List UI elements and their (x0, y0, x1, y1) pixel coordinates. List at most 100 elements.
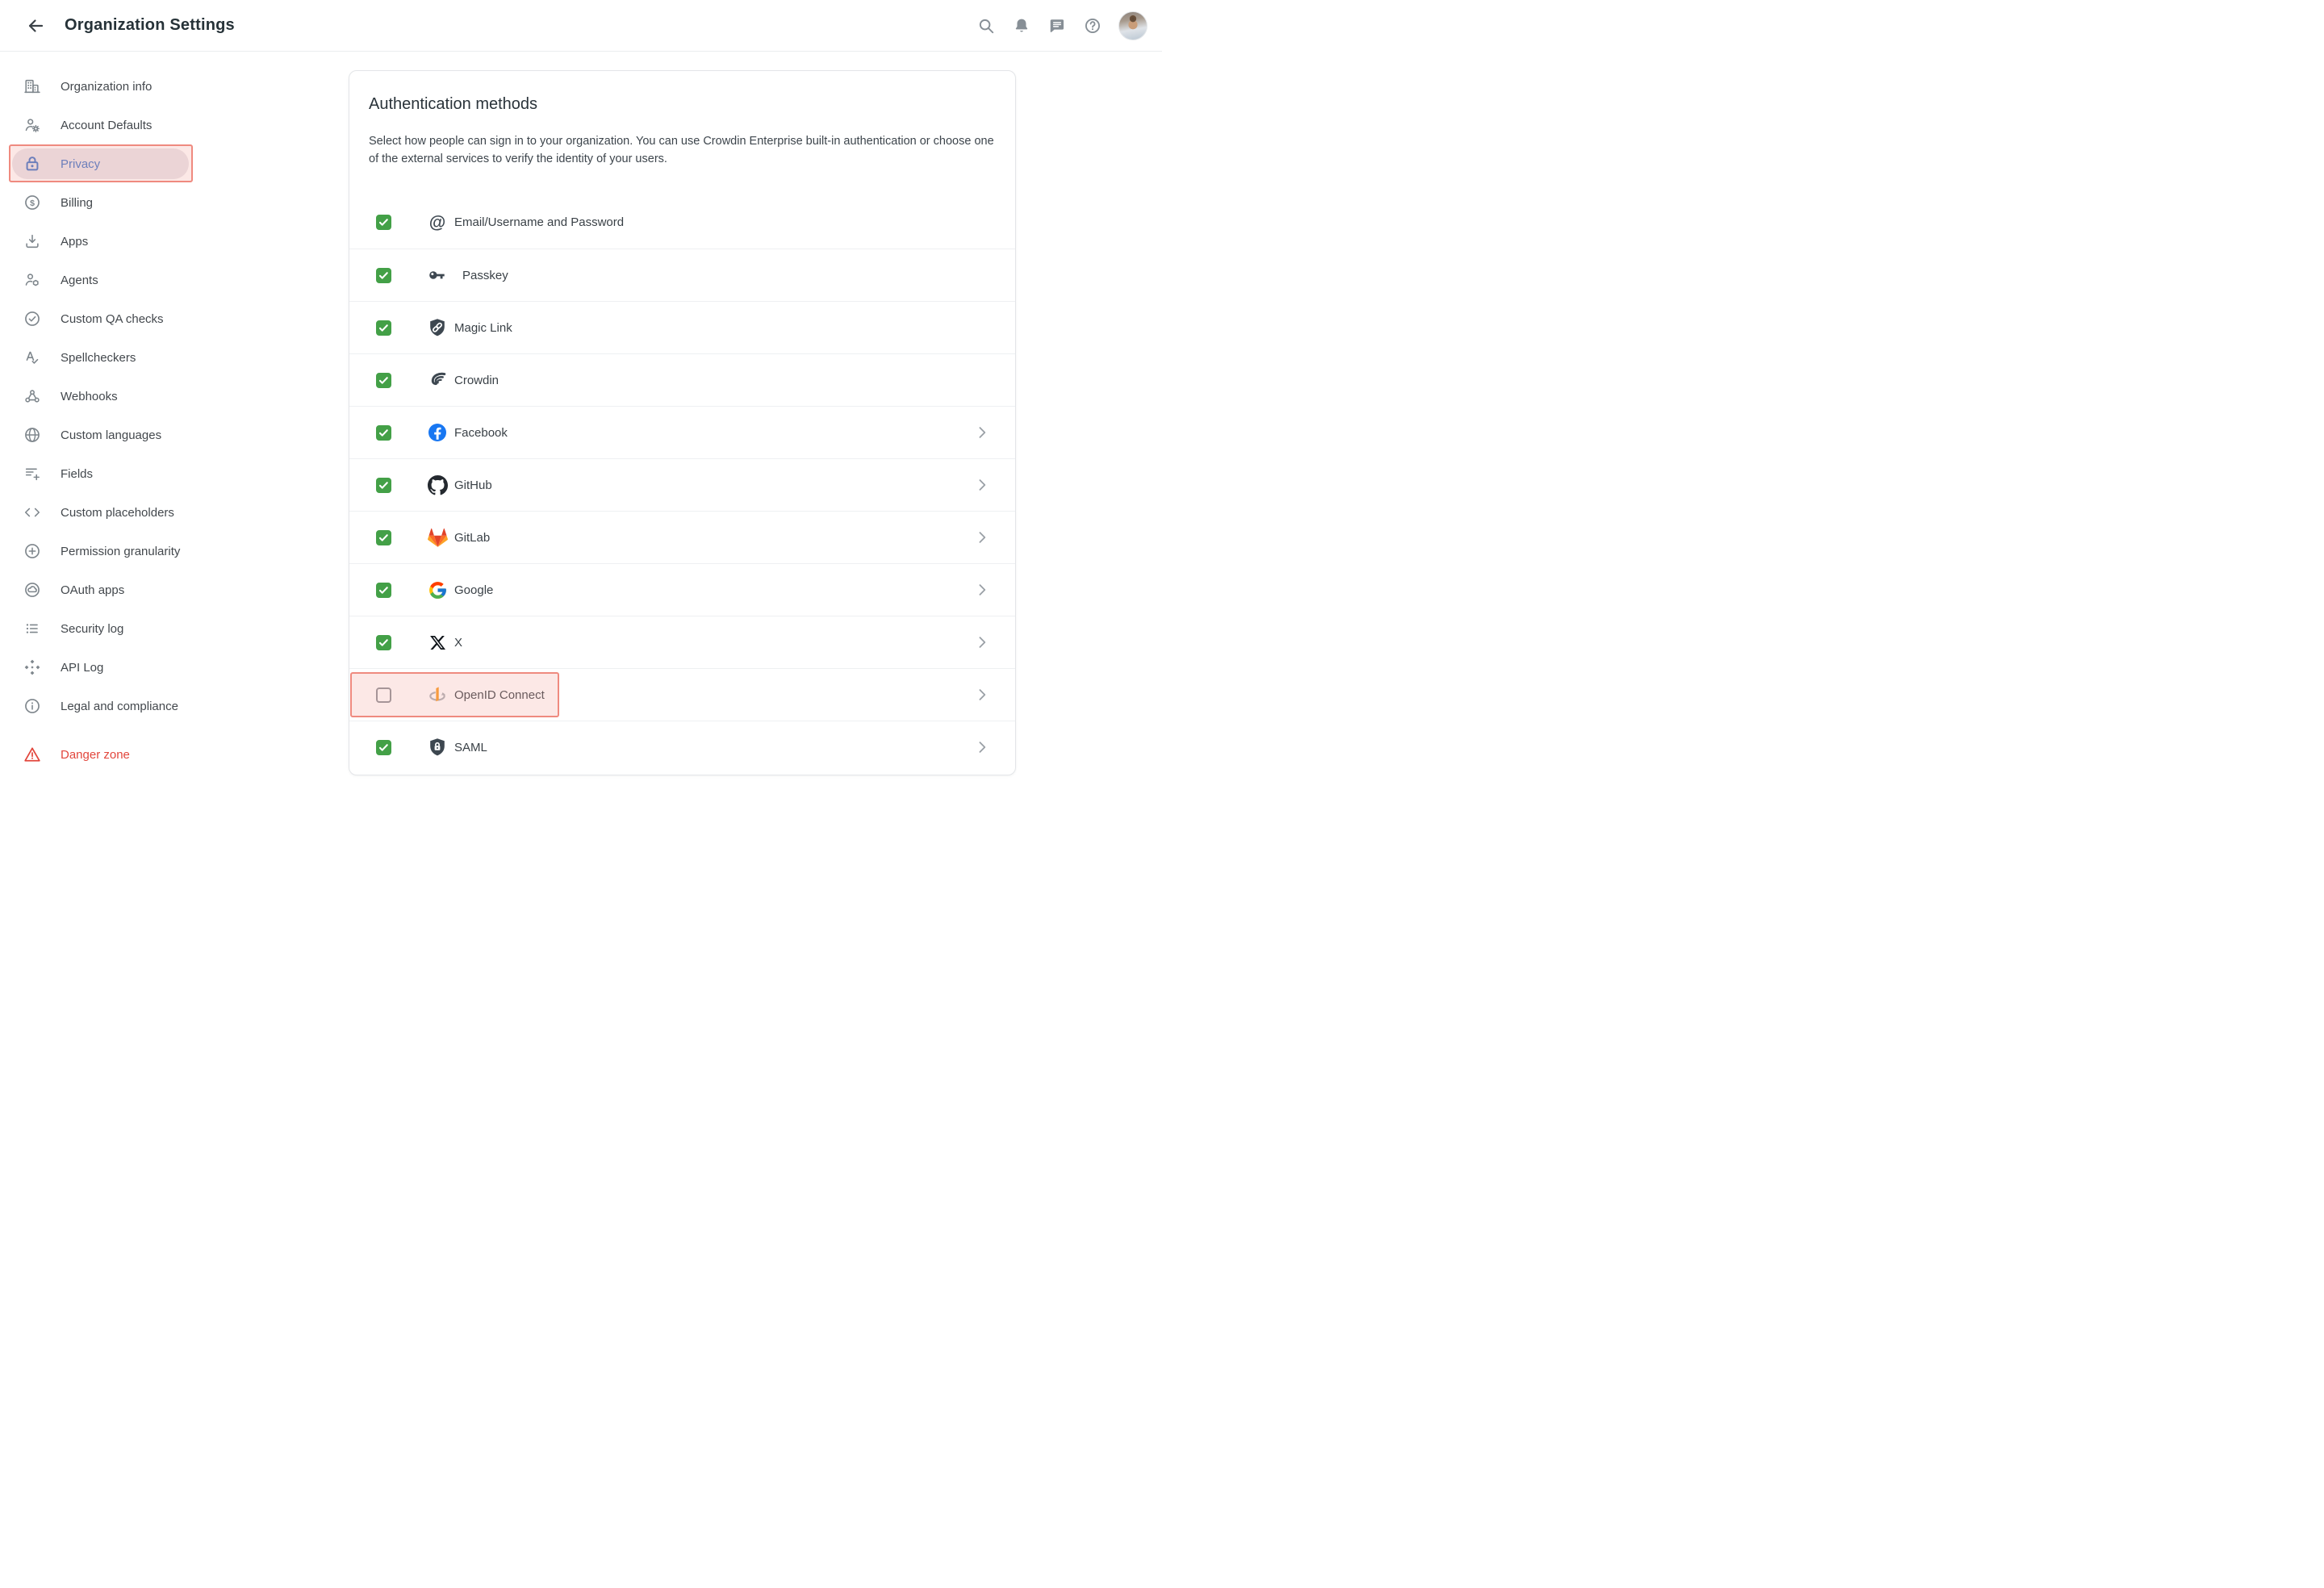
auth-method-row-saml[interactable]: SAML (349, 721, 1015, 773)
auth-method-row-email-username-and-password: @ Email/Username and Password (349, 196, 1015, 249)
sidebar-item-custom-languages[interactable]: Custom languages (12, 420, 189, 450)
globe-icon (23, 425, 42, 445)
sidebar-item-label: Custom placeholders (61, 505, 174, 520)
plus-circle-icon (23, 541, 42, 561)
sidebar-item-label: Agents (61, 273, 98, 287)
sidebar-item-custom-qa-checks[interactable]: Custom QA checks (12, 303, 189, 334)
method-checkbox[interactable] (376, 582, 391, 598)
gitlab-icon (427, 527, 448, 548)
method-label: Magic Link (454, 320, 512, 335)
user-avatar[interactable] (1118, 10, 1147, 40)
chevron-right-icon[interactable] (973, 424, 991, 441)
help-icon (1084, 17, 1101, 35)
back-button[interactable] (21, 11, 50, 40)
openid-icon (427, 684, 448, 705)
sidebar-item-label: Security log (61, 621, 124, 636)
shield-lock-icon (427, 737, 448, 758)
sidebar-item-api-log[interactable]: API Log (12, 652, 189, 683)
page-title: Organization Settings (65, 16, 235, 34)
dollar-circle-icon: $ (23, 193, 42, 212)
method-checkbox[interactable] (376, 424, 391, 441)
auth-method-row-facebook[interactable]: Facebook (349, 406, 1015, 458)
chevron-right-icon[interactable] (973, 633, 991, 651)
sidebar-item-privacy[interactable]: Privacy (9, 144, 193, 182)
sidebar-item-label: Fields (61, 466, 94, 481)
method-checkbox[interactable] (376, 320, 391, 336)
at-icon: @ (427, 212, 448, 233)
key-icon (427, 265, 448, 286)
sidebar-item-billing[interactable]: $ Billing (12, 187, 189, 218)
bell-icon (1013, 17, 1030, 35)
chevron-right-icon[interactable] (973, 476, 991, 494)
method-label: Google (454, 583, 494, 597)
back-arrow-icon (28, 19, 44, 32)
method-checkbox[interactable] (376, 477, 391, 493)
auth-methods-card: Authentication methods Select how people… (349, 70, 1016, 775)
auth-method-row-openid-connect[interactable]: OpenID Connect (349, 668, 1015, 721)
building-icon (23, 77, 42, 96)
chevron-right-icon[interactable] (973, 581, 991, 599)
method-label: SAML (454, 740, 487, 754)
sidebar-item-agents[interactable]: Agents (12, 265, 189, 295)
method-checkbox[interactable] (376, 372, 391, 388)
sidebar-item-permission-granularity[interactable]: Permission granularity (12, 536, 189, 566)
sidebar-item-danger-zone[interactable]: Danger zone (12, 739, 189, 770)
sidebar-item-legal-and-compliance[interactable]: Legal and compliance (12, 691, 189, 721)
github-icon (427, 474, 448, 495)
sidebar-item-spellcheckers[interactable]: Spellcheckers (12, 342, 189, 373)
api-diamonds-icon (23, 658, 42, 677)
auth-method-row-github[interactable]: GitHub (349, 458, 1015, 511)
top-bar: Organization Settings (0, 0, 1162, 52)
chevron-right-icon[interactable] (973, 738, 991, 756)
auth-method-row-gitlab[interactable]: GitLab (349, 511, 1015, 563)
sidebar-item-label: Billing (61, 195, 94, 210)
sidebar-item-webhooks[interactable]: Webhooks (12, 381, 189, 412)
method-checkbox[interactable] (376, 529, 391, 545)
sidebar-item-security-log[interactable]: Security log (12, 613, 189, 644)
sidebar-item-label: API Log (61, 660, 104, 675)
sidebar-item-label: Permission granularity (61, 544, 181, 558)
sidebar-item-label: Organization info (61, 79, 153, 94)
bell-button[interactable] (1004, 8, 1039, 44)
sidebar-item-apps[interactable]: Apps (12, 226, 189, 257)
facebook-icon (427, 422, 448, 443)
auth-method-row-magic-link: Magic Link (349, 301, 1015, 353)
method-label: Facebook (454, 425, 508, 440)
method-checkbox[interactable] (376, 215, 391, 230)
code-brackets-icon (23, 503, 42, 522)
chat-button[interactable] (1039, 8, 1075, 44)
chevron-right-icon[interactable] (973, 529, 991, 546)
warning-triangle-icon (23, 745, 42, 764)
bullet-list-icon (23, 619, 42, 638)
webhook-icon (23, 387, 42, 406)
download-icon (23, 232, 42, 251)
method-checkbox[interactable] (376, 687, 391, 703)
person-cube-icon (23, 270, 42, 290)
method-checkbox[interactable] (376, 634, 391, 650)
method-checkbox[interactable] (376, 739, 391, 755)
auth-method-row-crowdin: Crowdin (349, 353, 1015, 406)
help-button[interactable] (1075, 8, 1110, 44)
method-label: GitHub (454, 478, 492, 492)
auth-method-row-x[interactable]: X (349, 616, 1015, 668)
method-label: Passkey (462, 268, 508, 282)
sidebar-item-label: Spellcheckers (61, 350, 136, 365)
sidebar-item-label: Webhooks (61, 389, 118, 403)
search-icon (977, 17, 995, 35)
search-button[interactable] (968, 8, 1004, 44)
chevron-right-icon[interactable] (973, 686, 991, 704)
sidebar-item-organization-info[interactable]: Organization info (12, 71, 189, 102)
method-checkbox[interactable] (376, 267, 391, 283)
info-circle-icon (23, 696, 42, 716)
x-icon (427, 632, 448, 653)
sidebar-item-fields[interactable]: Fields (12, 458, 189, 489)
settings-sidebar: Organization info Account Defaults Privacy… (0, 52, 349, 794)
spellcheck-icon (23, 348, 42, 367)
auth-method-row-google[interactable]: Google (349, 563, 1015, 616)
google-icon (427, 579, 448, 600)
method-label: GitLab (454, 530, 491, 545)
sidebar-item-label: OAuth apps (61, 583, 125, 597)
sidebar-item-custom-placeholders[interactable]: Custom placeholders (12, 497, 189, 528)
sidebar-item-account-defaults[interactable]: Account Defaults (12, 110, 189, 140)
sidebar-item-oauth-apps[interactable]: OAuth apps (12, 575, 189, 605)
